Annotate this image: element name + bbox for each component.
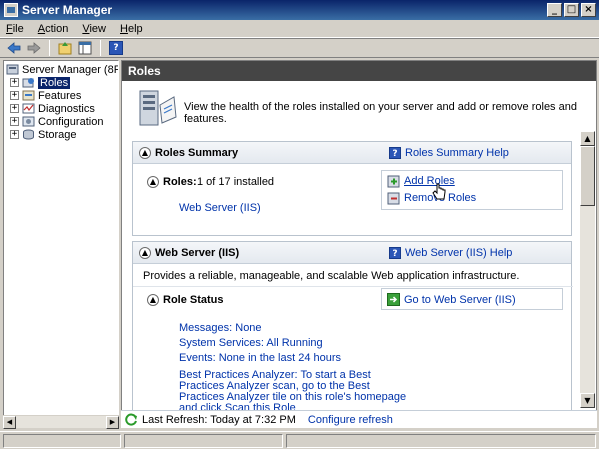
window-status-bar xyxy=(0,431,599,449)
web-server-description: Provides a reliable, manageable, and sca… xyxy=(143,270,520,282)
tree-item-label: Storage xyxy=(38,128,77,141)
refresh-status-bar: Last Refresh: Today at 7:32 PM Configure… xyxy=(121,410,597,428)
configuration-icon xyxy=(22,116,35,127)
add-roles-link[interactable]: Add Roles xyxy=(404,175,455,187)
collapse-icon[interactable]: ▲ xyxy=(147,294,159,306)
tree-item-label: Roles xyxy=(38,76,71,89)
expand-icon[interactable]: + xyxy=(10,130,19,139)
scroll-up-icon[interactable]: ▲ xyxy=(580,131,595,146)
services-link[interactable]: System Services: All Running xyxy=(179,337,323,349)
menu-action[interactable]: Action xyxy=(38,23,69,35)
close-button[interactable]: × xyxy=(581,3,596,17)
roles-icon xyxy=(22,78,34,88)
scroll-down-icon[interactable]: ▼ xyxy=(580,393,595,408)
diagnostics-icon xyxy=(22,103,35,114)
roles-count: 1 of 17 installed xyxy=(197,176,275,188)
server-icon xyxy=(6,64,19,75)
tree-horizontal-scrollbar[interactable]: ◀ ▶ xyxy=(3,415,119,429)
refresh-icon[interactable] xyxy=(125,413,138,426)
go-to-web-server-link[interactable]: Go to Web Server (IIS) xyxy=(404,294,516,306)
storage-icon xyxy=(23,129,34,140)
show-hide-tree-icon[interactable] xyxy=(77,40,93,56)
help-icon[interactable]: ? xyxy=(108,40,124,56)
roles-summary-help-link[interactable]: Roles Summary Help xyxy=(405,147,509,159)
add-roles-icon xyxy=(387,175,400,188)
tree-item-label: Features xyxy=(38,89,82,102)
roles-banner-icon xyxy=(139,90,177,126)
navigation-tree: Server Manager (8R2-I + Roles + Features… xyxy=(3,60,119,428)
tree-item-features[interactable]: + Features xyxy=(10,89,81,102)
role-status-title: Role Status xyxy=(163,294,224,306)
content-vertical-scrollbar[interactable]: ▲ ▼ xyxy=(580,131,595,408)
window-title: Server Manager xyxy=(22,3,113,17)
expand-icon[interactable]: + xyxy=(10,78,19,87)
page-title: Roles xyxy=(122,61,596,81)
intro-text: View the health of the roles installed o… xyxy=(184,101,577,125)
last-refresh-text: Last Refresh: Today at 7:32 PM xyxy=(142,413,296,426)
maximize-button[interactable]: □ xyxy=(564,3,579,17)
tree-item-storage[interactable]: + Storage xyxy=(10,128,77,141)
roles-label: Roles: xyxy=(163,176,197,188)
roles-summary-title: Roles Summary xyxy=(155,147,239,159)
hand-cursor-icon xyxy=(432,183,446,200)
tree-root[interactable]: Server Manager (8R2-I xyxy=(6,63,118,76)
collapse-icon[interactable]: ▲ xyxy=(139,147,151,159)
installed-role-link[interactable]: Web Server (IIS) xyxy=(179,202,261,214)
features-icon xyxy=(22,90,35,101)
status-cell xyxy=(286,434,596,448)
go-to-box: Go to Web Server (IIS) xyxy=(381,288,563,310)
roles-summary-section: ▲ Roles Summary ? Roles Summary Help ▲ R… xyxy=(132,141,572,236)
toolbar: ? xyxy=(0,38,599,58)
toolbar-separator xyxy=(49,40,50,56)
tree-item-configuration[interactable]: + Configuration xyxy=(10,115,103,128)
help-icon: ? xyxy=(389,247,401,259)
events-link[interactable]: Events: None in the last 24 hours xyxy=(179,352,341,364)
collapse-icon[interactable]: ▲ xyxy=(147,176,159,188)
messages-link[interactable]: Messages: None xyxy=(179,322,262,334)
status-cell xyxy=(123,434,284,448)
menu-help[interactable]: Help xyxy=(120,23,143,35)
toolbar-separator xyxy=(100,40,101,56)
expand-icon[interactable]: + xyxy=(10,104,19,113)
go-to-icon xyxy=(387,293,400,306)
scroll-left-icon[interactable]: ◀ xyxy=(3,416,16,429)
up-level-icon[interactable] xyxy=(57,40,73,56)
web-server-title: Web Server (IIS) xyxy=(155,247,240,259)
tree-item-label: Configuration xyxy=(38,115,104,128)
web-server-help-link[interactable]: Web Server (IIS) Help xyxy=(405,247,512,259)
section-divider xyxy=(133,286,573,287)
remove-roles-icon xyxy=(387,192,400,205)
help-icon: ? xyxy=(389,147,401,159)
window-controls: _ □ × xyxy=(547,3,596,17)
configure-refresh-link[interactable]: Configure refresh xyxy=(308,414,393,426)
scroll-thumb[interactable] xyxy=(580,146,595,206)
status-cell xyxy=(3,434,121,448)
tree-item-label: Diagnostics xyxy=(38,102,95,115)
roles-actions-box: Add Roles Remove Roles xyxy=(381,170,563,210)
menu-bar: File Action View Help xyxy=(0,20,599,38)
tree-item-roles[interactable]: + Roles xyxy=(10,76,71,89)
forward-arrow-icon[interactable] xyxy=(26,40,42,56)
tree-root-label: Server Manager (8R2-I xyxy=(22,63,118,76)
title-bar: Server Manager _ □ × xyxy=(0,0,599,20)
minimize-button[interactable]: _ xyxy=(547,3,562,17)
back-arrow-icon[interactable] xyxy=(6,40,22,56)
menu-view[interactable]: View xyxy=(82,23,106,35)
content-pane: Roles View the health of the roles insta… xyxy=(121,60,597,428)
expand-icon[interactable]: + xyxy=(10,91,19,100)
web-server-section: ▲ Web Server (IIS) ? Web Server (IIS) He… xyxy=(132,241,573,414)
scroll-right-icon[interactable]: ▶ xyxy=(106,416,119,429)
server-manager-icon xyxy=(4,3,18,17)
tree-item-diagnostics[interactable]: + Diagnostics xyxy=(10,102,95,115)
expand-icon[interactable]: + xyxy=(10,117,19,126)
menu-file[interactable]: File xyxy=(6,23,24,35)
collapse-icon[interactable]: ▲ xyxy=(139,247,151,259)
